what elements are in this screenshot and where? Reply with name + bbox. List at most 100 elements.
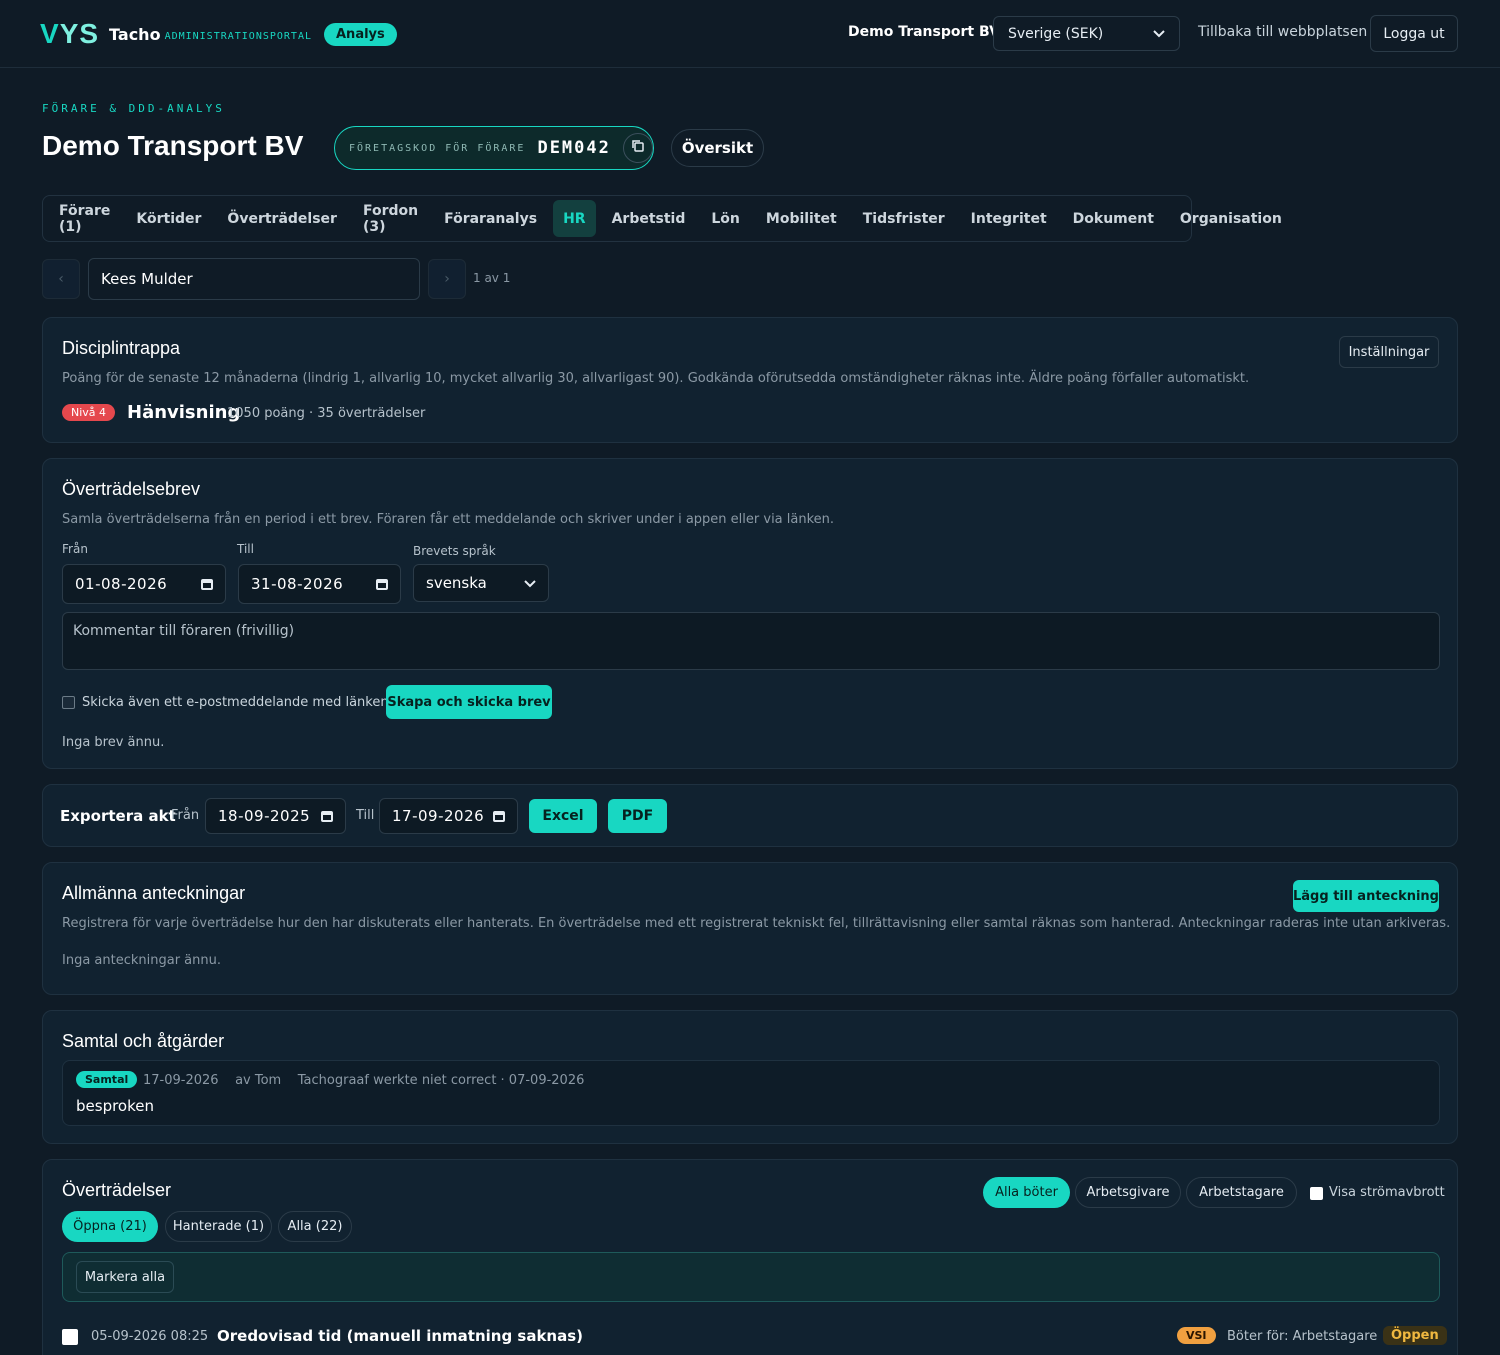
violation-letter-card: Överträdelsebrev Samla överträdelserna f…: [42, 458, 1458, 769]
export-to-date[interactable]: 17-09-2026: [379, 798, 518, 834]
status-filter-open[interactable]: Öppna (21): [62, 1211, 158, 1242]
tab-privacy[interactable]: Integritet: [961, 200, 1057, 237]
export-from-date[interactable]: 18-09-2025: [205, 798, 346, 834]
page-eyebrow: FÖRARE & DDD-ANALYS: [42, 102, 225, 115]
export-label: Exportera akt: [60, 807, 176, 825]
overview-button[interactable]: Översikt: [671, 129, 764, 167]
next-driver-button[interactable]: ›: [428, 259, 466, 299]
tab-documents[interactable]: Dokument: [1063, 200, 1164, 237]
discipline-card: Disciplintrappa Poäng för de senaste 12 …: [42, 317, 1458, 443]
chevron-down-icon: [524, 574, 536, 592]
section-tabs: Förare (1) Körtider Överträdelser Fordon…: [42, 195, 1282, 242]
copy-code-button[interactable]: [622, 133, 653, 163]
filter-employee[interactable]: Arbetstagare: [1186, 1177, 1297, 1208]
bulk-action-bar: Markera alla: [62, 1252, 1440, 1302]
country-select[interactable]: Sverige (SEK): [993, 16, 1180, 51]
tab-working-time[interactable]: Arbetstid: [602, 200, 696, 237]
fine-for: Böter för: Arbetstagare: [1227, 1329, 1378, 1344]
discipline-description: Poäng för de senaste 12 månaderna (lindr…: [62, 371, 1250, 386]
page-title: Demo Transport BV: [42, 130, 304, 161]
letter-from-date[interactable]: 01-08-2026: [62, 564, 226, 604]
driver-company-code: FÖRETAGSKOD FÖR FÖRARE DEM042: [334, 126, 654, 170]
tab-salary[interactable]: Lön: [701, 200, 750, 237]
create-send-letter-button[interactable]: Skapa och skicka brev: [386, 685, 552, 719]
letter-language-label: Brevets språk: [413, 544, 496, 558]
violation-title: Oredovisad tid (manuell inmatning saknas…: [217, 1327, 584, 1345]
logout-button[interactable]: Logga ut: [1370, 15, 1458, 52]
logo[interactable]: VYS Tacho ADMINISTRATIONSPORTAL Analys: [40, 18, 397, 50]
letter-to-date-value: 31-08-2026: [251, 575, 344, 593]
calendar-icon: [376, 578, 388, 590]
driver-comment-placeholder: Kommentar till föraren (frivillig): [73, 623, 295, 639]
driver-select-value: Kees Mulder: [101, 270, 193, 288]
violations-title: Överträdelser: [62, 1180, 172, 1200]
general-notes-card: Allmänna anteckningar Lägg till anteckni…: [42, 862, 1458, 995]
export-to-label: Till: [356, 808, 375, 823]
export-from-date-value: 18-09-2025: [218, 807, 311, 825]
tab-deadlines[interactable]: Tidsfrister: [853, 200, 955, 237]
conversations-card: Samtal och åtgärder Samtal 17-09-2026 av…: [42, 1010, 1458, 1144]
app-name: Tacho: [109, 24, 161, 44]
violations-card: Överträdelser Alla böter Arbetsgivare Ar…: [42, 1159, 1458, 1355]
chevron-left-icon: ‹: [58, 271, 64, 287]
country-select-value: Sverige (SEK): [1008, 25, 1104, 42]
tab-driving-times[interactable]: Körtider: [126, 200, 211, 237]
severity-badge: VSI: [1177, 1327, 1216, 1344]
notes-title: Allmänna anteckningar: [62, 883, 246, 903]
app-subtitle: ADMINISTRATIONSPORTAL: [164, 30, 312, 42]
notes-description: Registrera för varje överträdelse hur de…: [62, 916, 1451, 931]
letter-language-select[interactable]: svenska: [413, 564, 549, 602]
calendar-icon: [201, 578, 213, 590]
conversation-text: besproken: [76, 1097, 154, 1115]
letter-to-date[interactable]: 31-08-2026: [238, 564, 401, 604]
status-filter-all[interactable]: Alla (22): [278, 1211, 352, 1242]
calendar-icon: [493, 810, 505, 822]
tab-vehicles[interactable]: Fordon (3): [353, 200, 428, 237]
company-name: Demo Transport BV: [848, 24, 1000, 40]
settings-button[interactable]: Inställningar: [1339, 336, 1439, 368]
conversation-meta: 17-09-2026 av Tom Tachograaf werkte niet…: [143, 1073, 585, 1088]
send-email-checkbox[interactable]: [62, 696, 75, 709]
letter-description: Samla överträdelserna från en period i e…: [62, 512, 835, 527]
send-email-label: Skicka även ett e-postmeddelande med län…: [82, 695, 389, 710]
violation-datetime: 05-09-2026 08:25: [91, 1329, 209, 1344]
letter-from-date-value: 01-08-2026: [75, 575, 168, 593]
row-checkbox[interactable]: [62, 1329, 78, 1345]
company-code-value: DEM042: [537, 138, 611, 158]
status-filter-handled[interactable]: Hanterade (1): [165, 1211, 272, 1242]
filter-employer[interactable]: Arbetsgivare: [1075, 1177, 1181, 1208]
filter-all-fines[interactable]: Alla böter: [983, 1177, 1070, 1208]
chevron-down-icon: [1153, 26, 1165, 42]
letter-from-label: Från: [62, 542, 88, 556]
top-bar: VYS Tacho ADMINISTRATIONSPORTAL Analys D…: [0, 0, 1500, 68]
tab-hr[interactable]: HR: [553, 200, 596, 237]
letter-title: Överträdelsebrev: [62, 479, 201, 499]
chevron-right-icon: ›: [444, 271, 450, 287]
back-to-website-link[interactable]: Tillbaka till webbplatsen: [1198, 24, 1367, 40]
notes-empty-note: Inga anteckningar ännu.: [62, 953, 222, 968]
conversation-item[interactable]: Samtal 17-09-2026 av Tom Tachograaf werk…: [62, 1060, 1440, 1126]
level-meta: 1050 poäng · 35 överträdelser: [227, 406, 426, 421]
conversation-type-badge: Samtal: [76, 1071, 138, 1088]
tab-organisation[interactable]: Organisation: [1170, 200, 1292, 237]
export-from-label: Från: [171, 808, 200, 823]
mark-all-button[interactable]: Markera alla: [76, 1261, 174, 1293]
tab-mobility[interactable]: Mobilitet: [756, 200, 847, 237]
discipline-title: Disciplintrappa: [62, 338, 181, 358]
driver-pager: 1 av 1: [473, 271, 511, 285]
add-note-button[interactable]: Lägg till anteckning: [1293, 880, 1439, 912]
letters-empty-note: Inga brev ännu.: [62, 735, 165, 750]
export-excel-button[interactable]: Excel: [529, 799, 597, 833]
prev-driver-button[interactable]: ‹: [42, 259, 80, 299]
driver-select[interactable]: Kees Mulder: [88, 258, 420, 300]
tab-driver-analysis[interactable]: Föraranalys: [434, 200, 547, 237]
conversations-title: Samtal och åtgärder: [62, 1031, 225, 1051]
tab-drivers[interactable]: Förare (1): [49, 200, 120, 237]
show-power-outage-checkbox[interactable]: [1310, 1187, 1323, 1200]
export-file-card: Exportera akt Från 18-09-2025 Till 17-09…: [42, 784, 1458, 847]
export-pdf-button[interactable]: PDF: [608, 799, 667, 833]
driver-comment-field[interactable]: Kommentar till föraren (frivillig): [62, 612, 1440, 670]
export-to-date-value: 17-09-2026: [392, 807, 485, 825]
company-code-label: FÖRETAGSKOD FÖR FÖRARE: [349, 142, 526, 154]
tab-violations[interactable]: Överträdelser: [217, 200, 347, 237]
